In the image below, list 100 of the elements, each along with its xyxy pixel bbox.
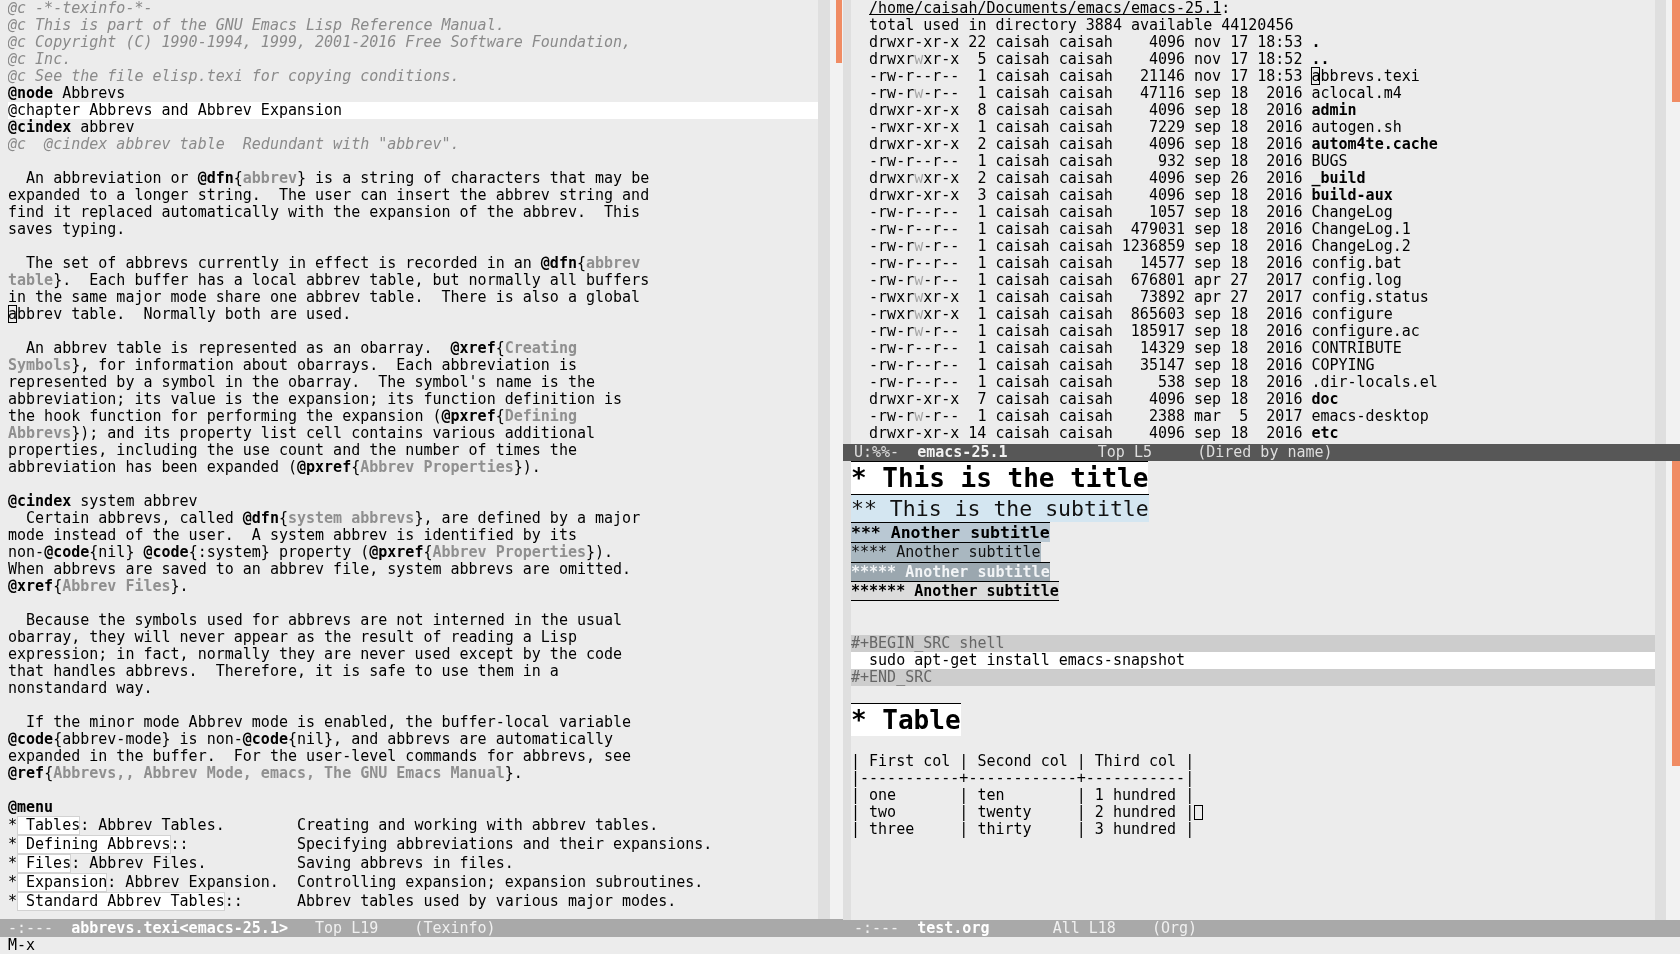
file-name[interactable]: aclocal.m4: [1311, 85, 1402, 102]
scrollbar-thumb[interactable]: [1672, 0, 1680, 102]
source-line: @cindex system abbrev: [8, 493, 198, 510]
file-name[interactable]: configure: [1311, 306, 1393, 323]
file-name[interactable]: .dir-locals.el: [1311, 374, 1438, 391]
file-name[interactable]: admin: [1311, 102, 1357, 119]
source-line: expanded to a longer string. The user can insert the abbrev string and: [8, 187, 650, 204]
file-permissions: -rw-r--r--: [869, 221, 960, 238]
file-name[interactable]: ChangeLog.1: [1311, 221, 1411, 238]
file-name[interactable]: CONTRIBUTE: [1311, 340, 1402, 357]
file-size: 4096: [1148, 170, 1186, 187]
file-name[interactable]: ChangeLog: [1311, 204, 1393, 221]
file-permissions: drwxr-xr-x: [869, 102, 960, 119]
source-line: @c Copyright (C) 1990-1994, 1999, 2001-2016 Free Software Foundation,: [8, 34, 632, 51]
file-name[interactable]: abbrevs.texi: [1311, 68, 1420, 85]
file-permissions: -rw-rw-r--: [869, 408, 960, 425]
file-permissions: -rw-r--r--: [869, 357, 960, 374]
file-name[interactable]: build-aux: [1311, 187, 1393, 204]
major-mode: (Org): [1152, 920, 1198, 937]
menu-link[interactable]: Files: [17, 854, 72, 873]
file-permissions: -rw-r--r--: [869, 68, 960, 85]
file-group: caisah: [1058, 153, 1113, 170]
source-line: in the same major mode share one abbrev table. There is also a global: [8, 289, 641, 306]
file-owner: caisah: [995, 34, 1050, 51]
link-count: 1: [977, 119, 987, 136]
file-owner: caisah: [995, 289, 1050, 306]
link-count: 3: [977, 187, 987, 204]
file-owner: caisah: [995, 187, 1050, 204]
link-count: 14: [968, 425, 987, 442]
file-name[interactable]: BUGS: [1311, 153, 1348, 170]
link-count: 1: [977, 238, 987, 255]
file-name[interactable]: config.log: [1311, 272, 1402, 289]
scrollbar[interactable]: [1666, 0, 1680, 444]
file-size: 4096: [1148, 425, 1186, 442]
modified-date: sep 18 2016: [1194, 85, 1303, 102]
scrollbar[interactable]: [1666, 461, 1680, 920]
file-size: 4096: [1148, 102, 1186, 119]
file-name[interactable]: .: [1311, 34, 1321, 51]
scrollbar[interactable]: [830, 0, 843, 919]
scrollbar-thumb[interactable]: [836, 0, 842, 63]
modified-date: sep 18 2016: [1194, 119, 1303, 136]
source-line: @c Inc.: [8, 51, 72, 68]
menu-link[interactable]: Defining Abbrevs: [17, 835, 171, 854]
directory-path: /home/caisah/Documents/emacs/emacs-25.1: [869, 0, 1222, 17]
file-group: caisah: [1058, 238, 1113, 255]
file-owner: caisah: [995, 357, 1050, 374]
minibuffer-text: M-x: [8, 936, 36, 954]
source-line: abbreviation has been expanded (@pxref{Abbrev Properties}).: [8, 459, 541, 476]
source-line: @c -*-texinfo-*-: [8, 0, 153, 17]
file-name[interactable]: config.bat: [1311, 255, 1402, 272]
file-permissions: -rwxrwxr-x: [869, 289, 960, 306]
file-permissions: -rw-rw-r--: [869, 85, 960, 102]
file-name[interactable]: etc: [1311, 425, 1339, 442]
link-count: 1: [977, 153, 987, 170]
buffer-name: test.org: [917, 920, 990, 937]
scrollbar-thumb[interactable]: [1672, 461, 1680, 766]
menu-entry-text: ::: [224, 892, 243, 911]
file-owner: caisah: [995, 51, 1050, 68]
file-owner: caisah: [995, 170, 1050, 187]
modified-date: sep 18 2016: [1194, 340, 1303, 357]
file-name[interactable]: autom4te.cache: [1311, 136, 1438, 153]
source-line: Certain abbrevs, called @dfn{system abbrevs}, are defined by a major: [25, 510, 641, 527]
file-permissions: -rw-rw-r--: [869, 323, 960, 340]
menu-link[interactable]: Standard Abbrev Tables: [17, 892, 225, 911]
modified-date: sep 18 2016: [1194, 374, 1303, 391]
file-name[interactable]: _build: [1311, 170, 1366, 187]
source-line: represented by a symbol in the obarray. The symbol's name is the: [8, 374, 595, 391]
src-block-begin: #+BEGIN_SRC shell: [851, 635, 1655, 652]
menu-description: Specifying abbreviations and their expansions.: [297, 835, 713, 854]
file-size: 185917: [1130, 323, 1186, 340]
file-size: 1057: [1148, 204, 1186, 221]
source-line: abbrev table. Normally both are used.: [8, 306, 352, 323]
file-group: caisah: [1058, 85, 1113, 102]
menu-link[interactable]: Tables: [17, 816, 81, 835]
file-owner: caisah: [995, 102, 1050, 119]
table-row: | First col | Second col | Third col |: [851, 753, 1195, 770]
file-group: caisah: [1058, 272, 1113, 289]
modified-date: nov 17 18:53: [1194, 68, 1303, 85]
file-name[interactable]: COPYING: [1311, 357, 1375, 374]
file-size: 14329: [1139, 340, 1186, 357]
buffer-position: All L18: [1052, 920, 1116, 937]
source-line: find it replaced automatically with the expansion of the abbrev. This: [8, 204, 641, 221]
source-line: If the minor mode Abbrev mode is enabled, the buffer-local variable: [25, 714, 632, 731]
file-name[interactable]: ..: [1311, 51, 1330, 68]
source-line: @menu: [8, 799, 54, 816]
file-name[interactable]: autogen.sh: [1311, 119, 1402, 136]
file-name[interactable]: config.status: [1311, 289, 1429, 306]
file-name[interactable]: ChangeLog.2: [1311, 238, 1411, 255]
outline-heading: * Table: [851, 703, 961, 736]
modified-date: sep 18 2016: [1194, 357, 1303, 374]
file-name[interactable]: doc: [1311, 391, 1339, 408]
file-permissions: drwxrwxr-x: [869, 170, 960, 187]
file-group: caisah: [1058, 306, 1113, 323]
menu-bullet: *: [8, 816, 17, 835]
file-name[interactable]: emacs-desktop: [1311, 408, 1429, 425]
menu-link[interactable]: Expansion: [17, 873, 108, 892]
path-colon: :: [1221, 0, 1231, 17]
modified-date: mar 5 2017: [1194, 408, 1303, 425]
file-size: 4096: [1148, 34, 1186, 51]
file-name[interactable]: configure.ac: [1311, 323, 1420, 340]
